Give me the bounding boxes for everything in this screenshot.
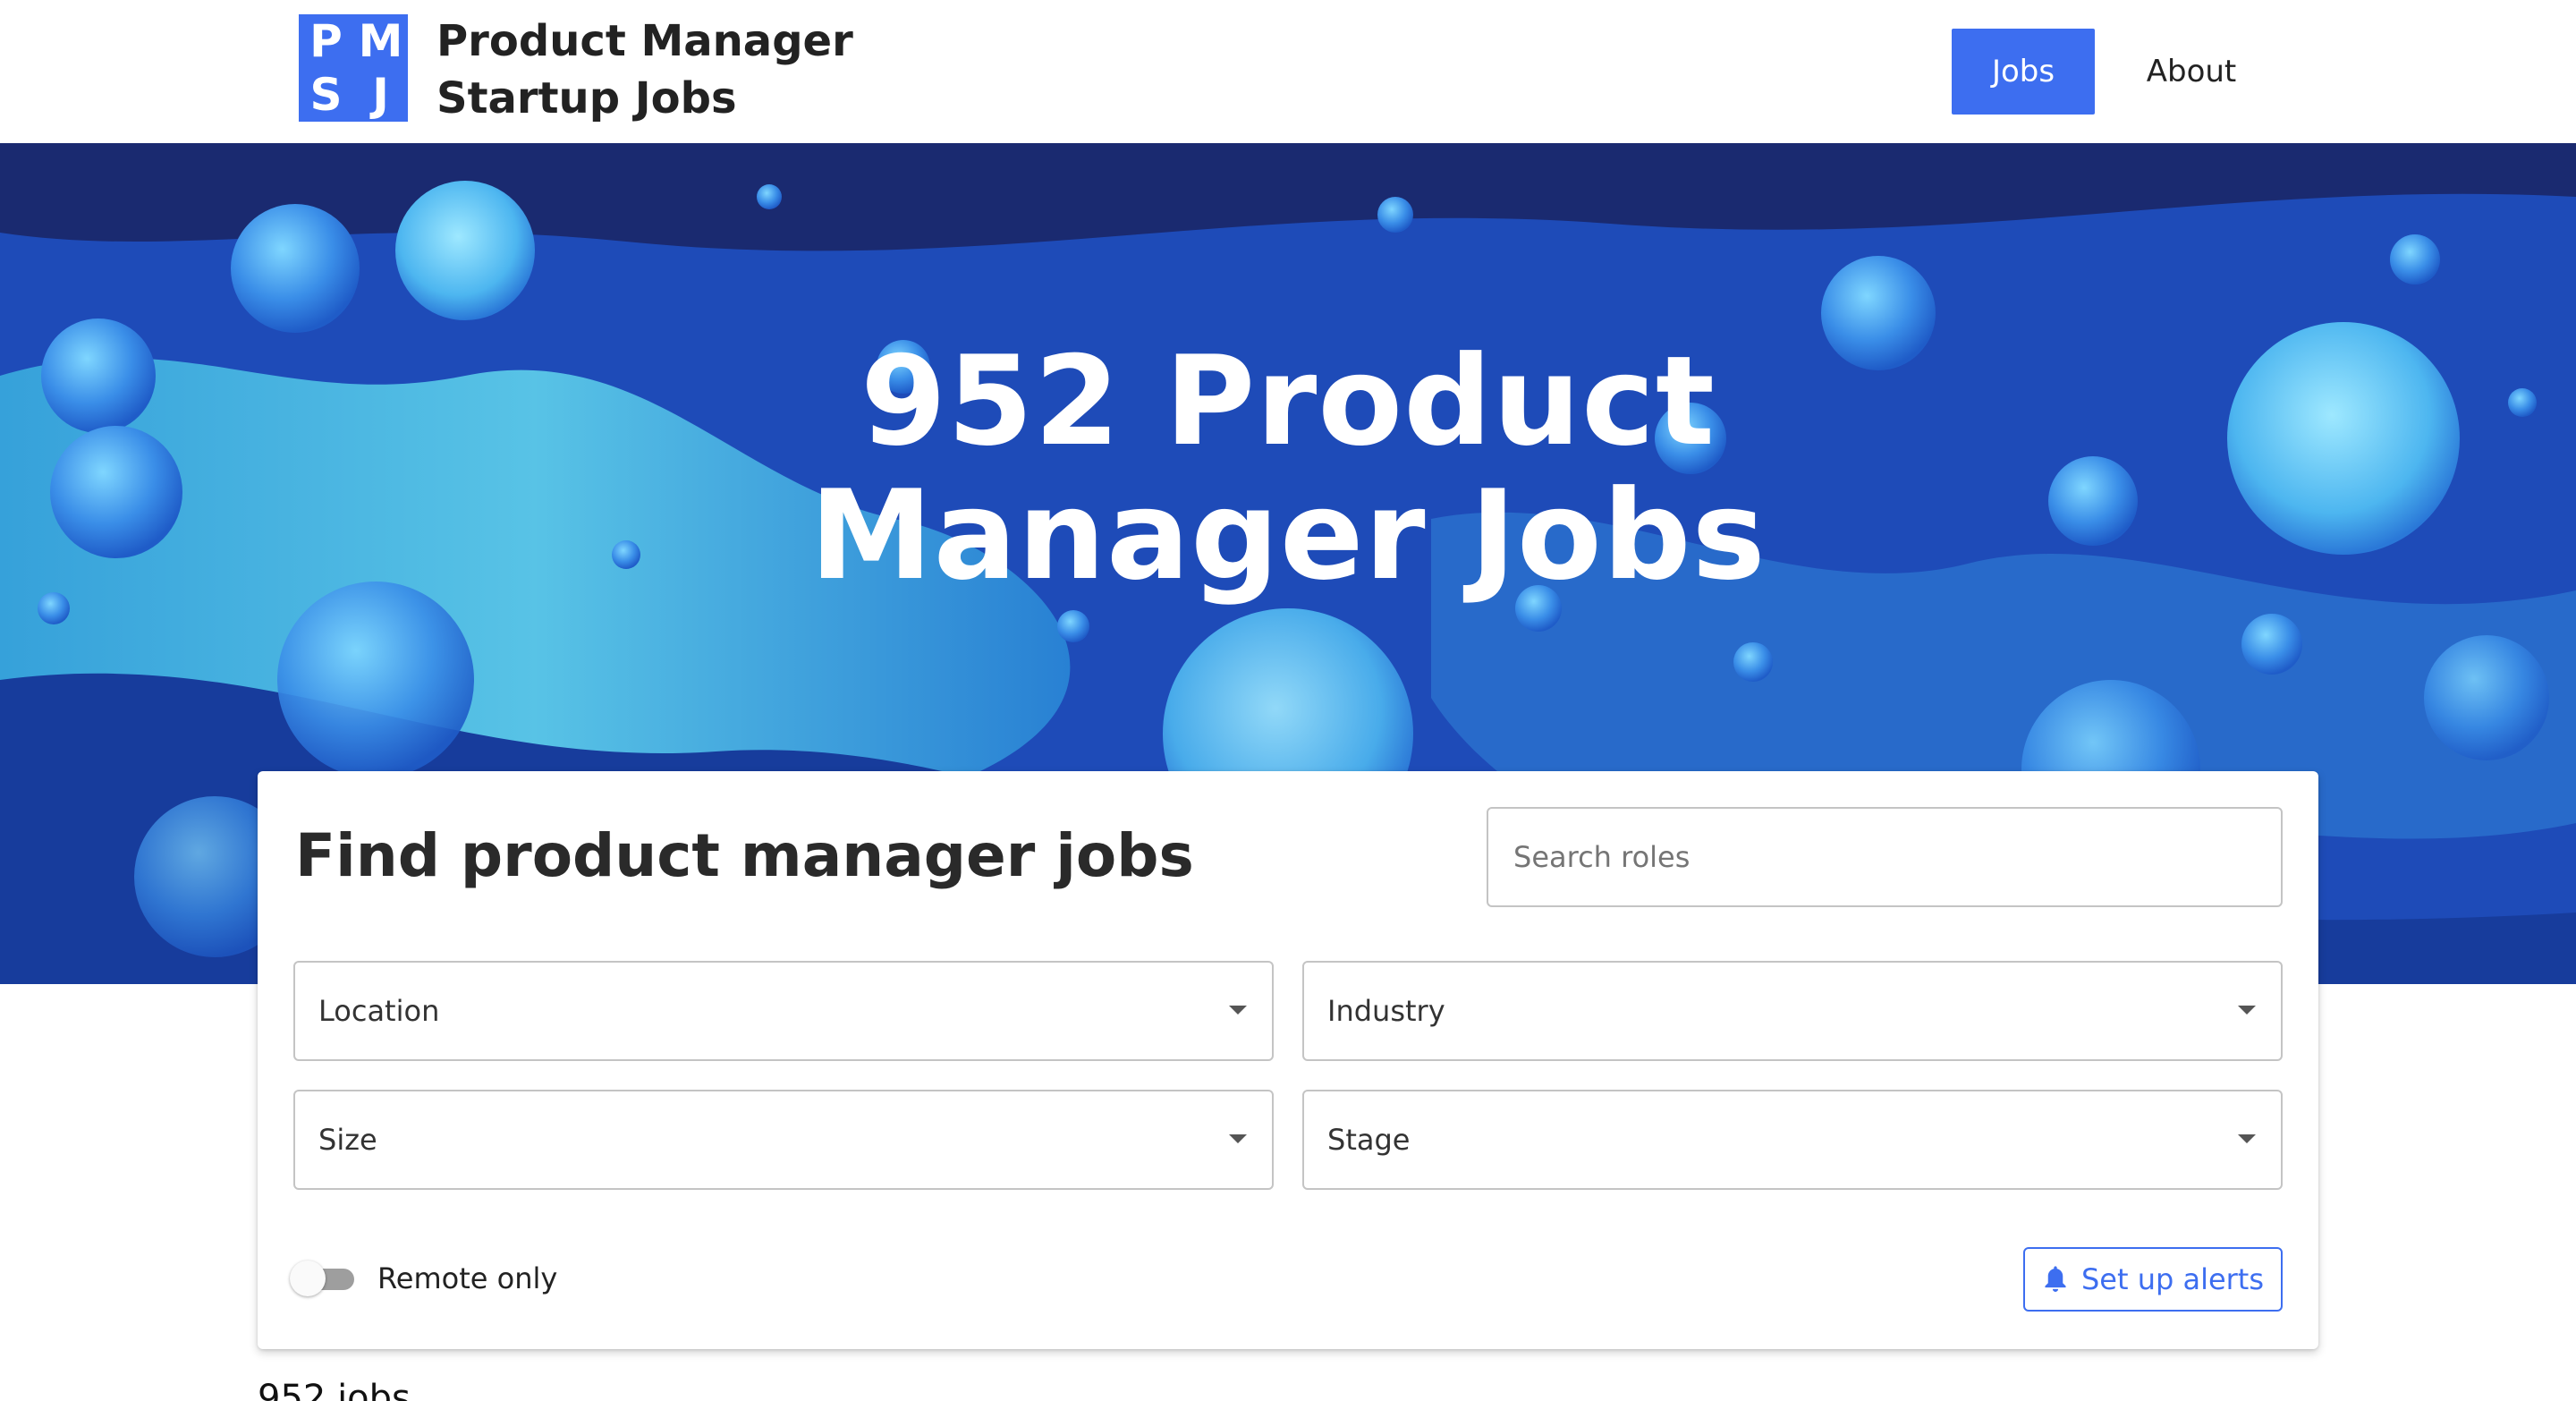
bell-icon — [2045, 1266, 2066, 1292]
chevron-down-icon — [2238, 1134, 2256, 1143]
set-up-alerts-button[interactable]: Set up alerts — [2023, 1247, 2283, 1312]
brand-line-2: Startup Jobs — [436, 73, 737, 123]
hero-title-line-1: 952 Product — [860, 329, 1716, 473]
search-heading: Find product manager jobs — [295, 821, 1194, 890]
hero-title: 952 Product Manager Jobs — [0, 335, 2576, 603]
chevron-down-icon — [1229, 1134, 1247, 1143]
brand-line-1: Product Manager — [436, 16, 853, 66]
nav-about-link[interactable]: About — [2129, 29, 2254, 115]
logo-letter: J — [372, 69, 389, 121]
location-select-label: Location — [318, 994, 440, 1028]
chevron-down-icon — [1229, 1006, 1247, 1015]
remote-only-toggle[interactable] — [290, 1258, 361, 1299]
site-header: P M S J Product Manager Startup Jobs Job… — [0, 0, 2576, 143]
logo-letter: P — [309, 15, 343, 67]
toggle-thumb — [290, 1261, 326, 1296]
location-select[interactable]: Location — [293, 961, 1274, 1061]
set-up-alerts-label: Set up alerts — [2080, 1262, 2265, 1296]
nav-jobs-button[interactable]: Jobs — [1952, 29, 2095, 115]
stage-select-label: Stage — [1327, 1123, 1411, 1157]
industry-select[interactable]: Industry — [1302, 961, 2283, 1061]
industry-select-label: Industry — [1327, 994, 1445, 1028]
pmsj-logo[interactable]: P M S J — [299, 14, 408, 122]
results-count: 952 jobs — [258, 1378, 411, 1401]
size-select-label: Size — [318, 1123, 377, 1157]
logo-letter: M — [358, 15, 403, 67]
stage-select[interactable]: Stage — [1302, 1090, 2283, 1190]
search-roles-input[interactable] — [1487, 807, 2283, 907]
remote-only-label[interactable]: Remote only — [377, 1258, 557, 1299]
logo-letter: S — [309, 69, 343, 121]
chevron-down-icon — [2238, 1006, 2256, 1015]
size-select[interactable]: Size — [293, 1090, 1274, 1190]
hero-title-line-2: Manager Jobs — [809, 463, 1767, 607]
job-search-card: Find product manager jobs Location Indus… — [258, 771, 2318, 1349]
site-brand[interactable]: Product Manager Startup Jobs — [436, 13, 853, 127]
